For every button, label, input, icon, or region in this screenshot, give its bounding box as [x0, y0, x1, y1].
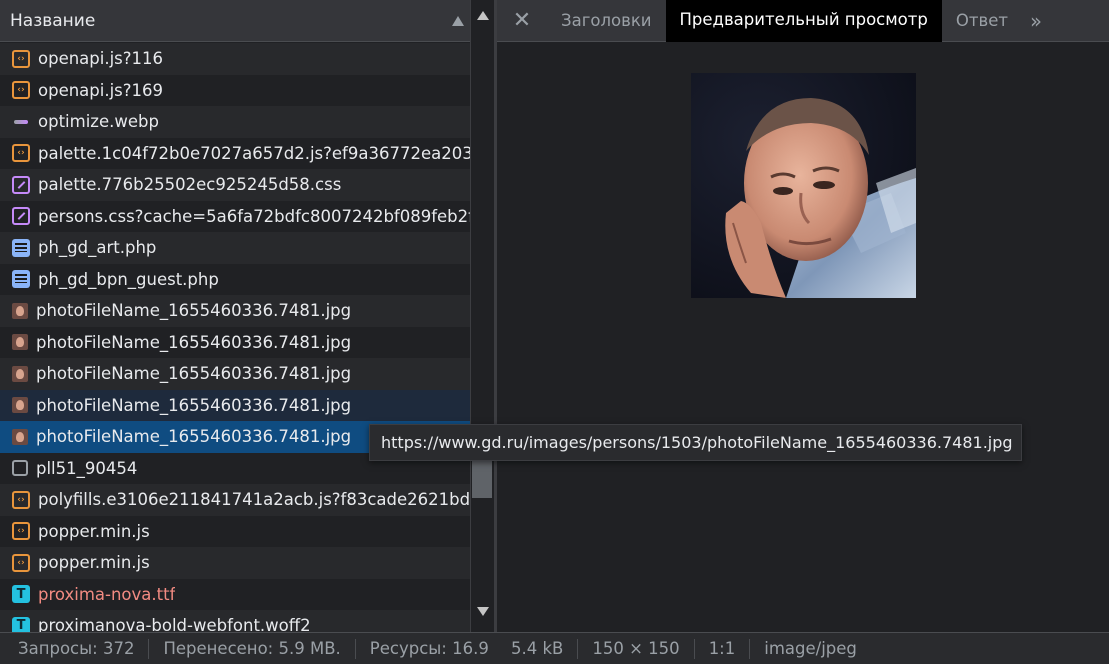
resources-size: Ресурсы: 16.9 MB: [369, 639, 494, 658]
portrait-photo: [691, 73, 916, 298]
close-detail-icon[interactable]: ✕: [497, 0, 547, 42]
request-row[interactable]: ph_gd_art.php: [0, 232, 470, 264]
request-row[interactable]: optimize.webp: [0, 106, 470, 138]
webp-icon: [12, 113, 30, 131]
status-summary: Запросы: 372 Перенесено: 5.9 MB. Ресурсы…: [0, 638, 494, 659]
request-list-scrollbar[interactable]: [470, 0, 494, 632]
request-row[interactable]: photoFileName_1655460336.7481.jpg: [0, 295, 470, 327]
script-icon: ‹›: [12, 553, 30, 572]
tab-response-label: Ответ: [955, 11, 1008, 30]
request-row[interactable]: photoFileName_1655460336.7481.jpg: [0, 389, 470, 421]
request-name: photoFileName_1655460336.7481.jpg: [36, 301, 352, 321]
url-tooltip-text: https://www.gd.ru/images/persons/1503/ph…: [381, 433, 1013, 452]
stylesheet-icon: [12, 207, 30, 226]
image-thumbnail-icon: [12, 365, 28, 382]
request-name: proximanova-bold-webfont.woff2: [38, 616, 311, 632]
requests-count: Запросы: 372: [0, 638, 150, 659]
request-name: palette.776b25502ec925245d58.css: [38, 175, 342, 195]
scroll-up-arrow-icon[interactable]: [477, 11, 489, 20]
image-dimensions: 150 × 150: [578, 638, 695, 659]
stylesheet-icon: [12, 175, 30, 194]
request-name: photoFileName_1655460336.7481.jpg: [36, 332, 352, 352]
request-name: openapi.js?169: [38, 80, 164, 100]
document-icon: [12, 270, 30, 289]
request-row[interactable]: persons.css?cache=5a6fa72bdfc8007242bf08…: [0, 200, 470, 232]
tab-headers[interactable]: Заголовки: [547, 0, 666, 42]
request-row[interactable]: Tproxima-nova.ttf: [0, 578, 470, 610]
request-row[interactable]: ‹› palette.1c04f72b0e7027a657d2.js?ef9a36…: [0, 137, 470, 169]
request-name: popper.min.js: [38, 521, 150, 541]
tab-response[interactable]: Ответ: [942, 0, 1022, 42]
image-mime-type: image/jpeg: [764, 639, 857, 658]
request-name: photoFileName_1655460336.7481.jpg: [36, 395, 352, 415]
request-detail-panel: ✕ Заголовки Предварительный просмотр Отв…: [497, 0, 1109, 632]
request-name: photoFileName_1655460336.7481.jpg: [36, 427, 352, 447]
script-icon: ‹›: [12, 144, 30, 163]
preview-info: 5.4 kB 150 × 150 1:1 image/jpeg: [497, 638, 871, 659]
request-name: persons.css?cache=5a6fa72bdfc8007242bf08…: [38, 206, 470, 226]
script-icon: ‹›: [12, 522, 30, 541]
font-icon: T: [12, 616, 30, 632]
name-column-label: Название: [10, 10, 96, 31]
request-row[interactable]: palette.776b25502ec925245d58.css: [0, 169, 470, 201]
request-name: ph_gd_art.php: [38, 238, 157, 258]
other-icon: [12, 460, 28, 477]
image-thumbnail-icon: [12, 302, 28, 319]
request-name: pll51_90454: [36, 458, 138, 478]
detail-tab-bar: ✕ Заголовки Предварительный просмотр Отв…: [497, 0, 1109, 42]
more-tabs-chevron-icon[interactable]: ››: [1022, 0, 1046, 42]
image-thumbnail-icon: [12, 428, 28, 445]
image-thumbnail-icon: [12, 397, 28, 414]
script-icon: ‹›: [12, 49, 30, 68]
sort-ascending-icon[interactable]: [452, 16, 464, 26]
tab-preview[interactable]: Предварительный просмотр: [665, 0, 942, 42]
image-preview: [691, 73, 916, 298]
scroll-down-arrow-icon[interactable]: [477, 607, 489, 616]
tab-headers-label: Заголовки: [561, 11, 652, 30]
font-icon: T: [12, 585, 30, 604]
request-name: popper.min.js: [38, 553, 150, 573]
script-icon: ‹›: [12, 490, 30, 509]
request-row[interactable]: ‹› popper.min.js: [0, 515, 470, 547]
request-name: ph_gd_bpn_guest.php: [38, 269, 219, 289]
request-name: photoFileName_1655460336.7481.jpg: [36, 364, 352, 384]
request-name: palette.1c04f72b0e7027a657d2.js?ef9a3677…: [38, 143, 470, 163]
request-rows: ‹› openapi.js?116 ‹› openapi.js?169 optimize…: [0, 43, 470, 632]
image-ratio: 1:1: [695, 638, 751, 659]
status-bar: Запросы: 372 Перенесено: 5.9 MB. Ресурсы…: [0, 632, 1109, 664]
request-name: proxima-nova.ttf: [38, 584, 176, 604]
request-row[interactable]: ‹› popper.min.js: [0, 547, 470, 579]
image-thumbnail-icon: [12, 334, 28, 351]
request-name: optimize.webp: [38, 112, 159, 132]
request-row[interactable]: Tproximanova-bold-webfont.woff2: [0, 610, 470, 632]
network-request-list: Название ‹› openapi.js?116 ‹› openapi.js?16…: [0, 0, 494, 632]
script-icon: ‹›: [12, 81, 30, 100]
request-row[interactable]: ‹› polyfills.e3106e211841741a2acb.js?f83c…: [0, 484, 470, 516]
url-tooltip: https://www.gd.ru/images/persons/1503/ph…: [369, 424, 1022, 461]
name-column-header[interactable]: Название: [0, 0, 470, 42]
tab-preview-label: Предварительный просмотр: [679, 10, 928, 29]
request-row[interactable]: photoFileName_1655460336.7481.jpg: [0, 358, 470, 390]
request-row[interactable]: photoFileName_1655460336.7481.jpg: [0, 326, 470, 358]
request-row[interactable]: ‹› openapi.js?169: [0, 74, 470, 106]
request-row[interactable]: ‹› openapi.js?116: [0, 43, 470, 75]
request-row[interactable]: ph_gd_bpn_guest.php: [0, 263, 470, 295]
image-size: 5.4 kB: [497, 638, 579, 659]
request-name: polyfills.e3106e211841741a2acb.js?f83cad…: [38, 490, 470, 510]
document-icon: [12, 238, 30, 257]
request-name: openapi.js?116: [38, 49, 164, 69]
transferred-size: Перенесено: 5.9 MB.: [149, 638, 356, 659]
